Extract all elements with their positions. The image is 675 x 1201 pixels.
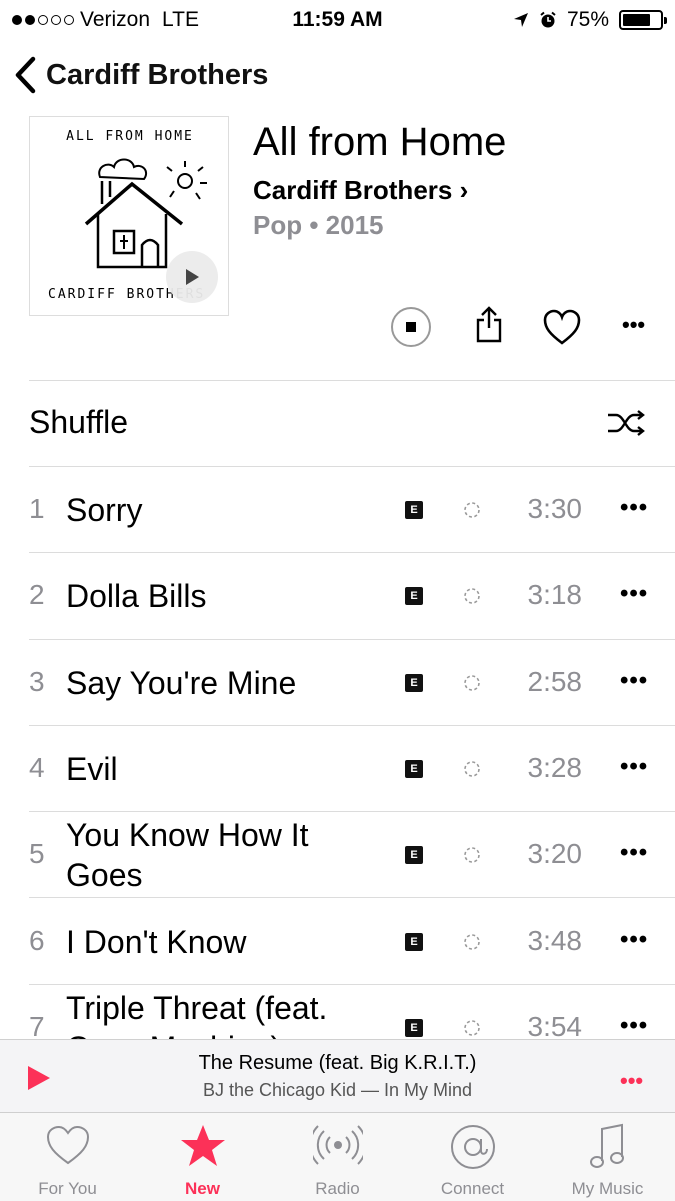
track-duration: 3:28: [527, 752, 583, 784]
track-title: Say You're Mine: [66, 664, 297, 701]
track-number: 6: [29, 924, 45, 956]
download-stop-button[interactable]: [390, 306, 432, 348]
download-progress-icon[interactable]: [462, 500, 482, 520]
tab-new[interactable]: New: [135, 1113, 270, 1201]
track-more-button[interactable]: •••: [620, 667, 648, 695]
heart-icon[interactable]: [542, 308, 582, 346]
at-icon: [450, 1125, 495, 1169]
tab-my-music[interactable]: My Music: [540, 1113, 675, 1201]
track-title: Dolla Bills: [66, 578, 207, 615]
explicit-badge: E: [405, 587, 423, 606]
album-meta: Pop • 2015: [253, 210, 384, 240]
battery-percent: 75%: [566, 8, 609, 31]
download-progress-icon[interactable]: [462, 932, 482, 952]
track-number: 4: [29, 752, 45, 784]
star-icon: [180, 1125, 225, 1166]
download-progress-icon[interactable]: [462, 586, 482, 606]
tab-label: Radio: [315, 1179, 360, 1198]
shuffle-label[interactable]: Shuffle: [29, 404, 128, 441]
track-row[interactable]: 6 I Don't Know E 3:48 •••: [0, 899, 675, 985]
share-icon[interactable]: [475, 304, 503, 344]
tab-label: New: [185, 1179, 220, 1198]
download-progress-icon[interactable]: [462, 759, 482, 779]
track-number: 5: [29, 838, 45, 870]
track-row[interactable]: 1 Sorry E 3:30 •••: [0, 467, 675, 554]
track-more-button[interactable]: •••: [620, 1012, 648, 1040]
play-icon: [186, 269, 199, 285]
album-art-title: ALL FROM HOME: [66, 129, 194, 144]
tab-bar: For You New Radio Connect My Music: [0, 1112, 675, 1201]
track-duration: 3:18: [527, 579, 583, 611]
tab-radio[interactable]: Radio: [270, 1113, 405, 1201]
location-arrow-icon: [513, 13, 528, 27]
explicit-badge: E: [405, 846, 423, 865]
tab-label: For You: [38, 1179, 97, 1198]
back-button[interactable]: Cardiff Brothers: [14, 56, 268, 94]
track-more-button[interactable]: •••: [620, 753, 648, 781]
status-bar: Verizon LTE 11:59 AM 75%: [0, 0, 675, 40]
explicit-badge: E: [405, 501, 423, 520]
track-more-button[interactable]: •••: [620, 926, 648, 954]
explicit-badge: E: [405, 932, 423, 951]
track-title: I Don't Know: [66, 923, 247, 960]
alarm-icon: [540, 11, 556, 28]
now-playing-title: The Resume (feat. Big K.R.I.T.): [198, 1052, 477, 1074]
track-row[interactable]: 3 Say You're Mine E 2:58 •••: [0, 640, 675, 726]
explicit-badge: E: [405, 1018, 423, 1037]
mini-player[interactable]: The Resume (feat. Big K.R.I.T.) BJ the C…: [0, 1039, 675, 1113]
tab-connect[interactable]: Connect: [405, 1113, 540, 1201]
album-art[interactable]: ALL FROM HOME CARDIFF BROTHERS: [29, 116, 229, 316]
track-number: 2: [29, 579, 45, 611]
album-artist-link[interactable]: Cardiff Brothers ›: [253, 175, 468, 206]
track-row[interactable]: 5 You Know How It Goes E 3:20 •••: [0, 812, 675, 899]
track-more-button[interactable]: •••: [620, 839, 648, 867]
radio-icon: [312, 1125, 363, 1165]
music-note-icon: [589, 1123, 624, 1168]
now-playing-subtitle: BJ the Chicago Kid — In My Mind: [202, 1080, 473, 1100]
tab-for-you[interactable]: For You: [0, 1113, 135, 1201]
track-more-button[interactable]: •••: [620, 580, 648, 608]
heart-icon: [46, 1125, 89, 1165]
track-duration: 3:48: [527, 924, 583, 956]
track-duration: 3:20: [527, 838, 583, 870]
art-play-button[interactable]: [166, 251, 218, 303]
album-title: All from Home: [253, 120, 507, 164]
track-row[interactable]: 4 Evil E 3:28 •••: [0, 726, 675, 813]
track-row[interactable]: 2 Dolla Bills E 3:18 •••: [0, 553, 675, 640]
download-progress-icon[interactable]: [462, 845, 482, 865]
more-options-button[interactable]: •••: [622, 312, 645, 338]
track-title: Evil: [66, 751, 118, 788]
divider: [29, 380, 675, 381]
now-playing-more-button[interactable]: •••: [620, 1068, 643, 1094]
status-right: 75%: [513, 8, 667, 32]
battery-icon: [619, 10, 667, 30]
track-title: You Know How It Goes: [66, 817, 309, 894]
track-duration: 2:58: [527, 665, 583, 697]
track-title: Sorry: [66, 492, 143, 529]
track-number: 3: [29, 665, 45, 697]
shuffle-icon[interactable]: [606, 408, 646, 438]
track-duration: 3:30: [527, 493, 583, 525]
chevron-left-icon: [15, 56, 36, 94]
tab-label: My Music: [571, 1179, 644, 1198]
back-label: Cardiff Brothers: [46, 58, 269, 91]
explicit-badge: E: [405, 760, 423, 779]
explicit-badge: E: [405, 673, 423, 692]
track-more-button[interactable]: •••: [620, 494, 648, 522]
download-progress-icon[interactable]: [462, 1018, 482, 1038]
download-progress-icon[interactable]: [462, 673, 482, 693]
tab-label: Connect: [440, 1179, 505, 1198]
track-number: 1: [29, 493, 45, 525]
